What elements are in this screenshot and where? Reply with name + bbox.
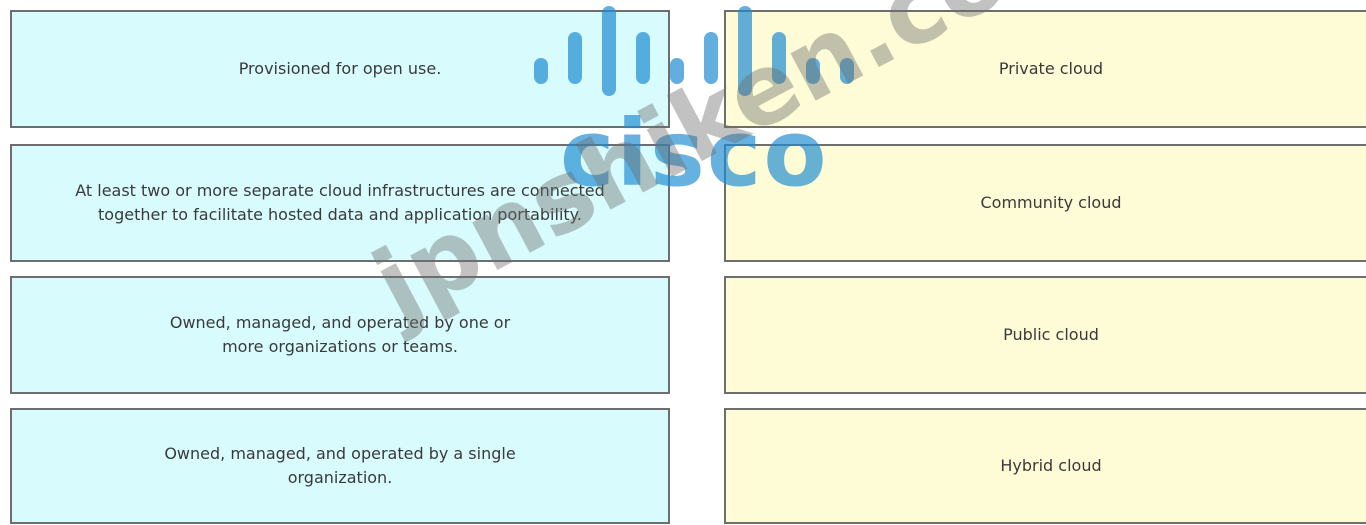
term-box-private-cloud[interactable]: Private cloud [724, 10, 1366, 128]
term-box-public-cloud[interactable]: Public cloud [724, 276, 1366, 394]
definition-text: Owned, managed, and operated by one or m… [169, 313, 511, 356]
definition-box[interactable]: Provisioned for open use. [10, 10, 670, 128]
term-text: Public cloud [1003, 325, 1099, 344]
definition-text: Owned, managed, and operated by a single… [164, 444, 516, 487]
term-box-hybrid-cloud[interactable]: Hybrid cloud [724, 408, 1366, 524]
term-text: Private cloud [998, 59, 1104, 78]
term-box-community-cloud[interactable]: Community cloud [724, 144, 1366, 262]
term-text: Community cloud [980, 193, 1122, 212]
definition-box[interactable]: Owned, managed, and operated by one or m… [10, 276, 670, 394]
definition-text: At least two or more separate cloud infr… [75, 181, 605, 224]
definition-text: Provisioned for open use. [238, 59, 442, 78]
definition-box[interactable]: Owned, managed, and operated by a single… [10, 408, 670, 524]
definition-box[interactable]: At least two or more separate cloud infr… [10, 144, 670, 262]
term-text: Hybrid cloud [1000, 456, 1102, 475]
